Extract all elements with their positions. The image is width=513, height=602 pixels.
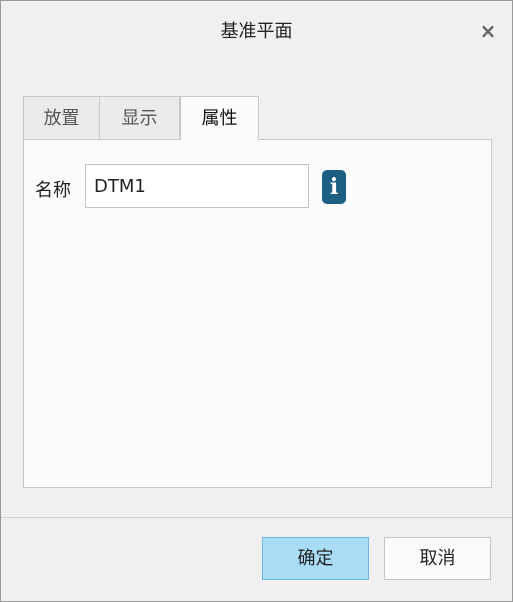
name-label: 名称 xyxy=(35,180,71,201)
dialog-title: 基准平面 xyxy=(220,21,293,42)
datum-plane-dialog: 基准平面 × 放置 显示 属性 名称 i 确定 取消 xyxy=(0,0,513,602)
name-input[interactable] xyxy=(85,164,309,208)
tab-properties[interactable]: 属性 xyxy=(180,96,259,140)
info-icon[interactable]: i xyxy=(322,170,346,204)
cancel-button[interactable]: 取消 xyxy=(384,537,491,580)
close-icon[interactable]: × xyxy=(478,20,498,42)
properties-panel: 名称 i xyxy=(23,139,492,488)
tab-display[interactable]: 显示 xyxy=(99,96,180,139)
footer-divider xyxy=(1,517,512,518)
tab-placement[interactable]: 放置 xyxy=(23,96,100,139)
ok-button[interactable]: 确定 xyxy=(262,537,369,580)
